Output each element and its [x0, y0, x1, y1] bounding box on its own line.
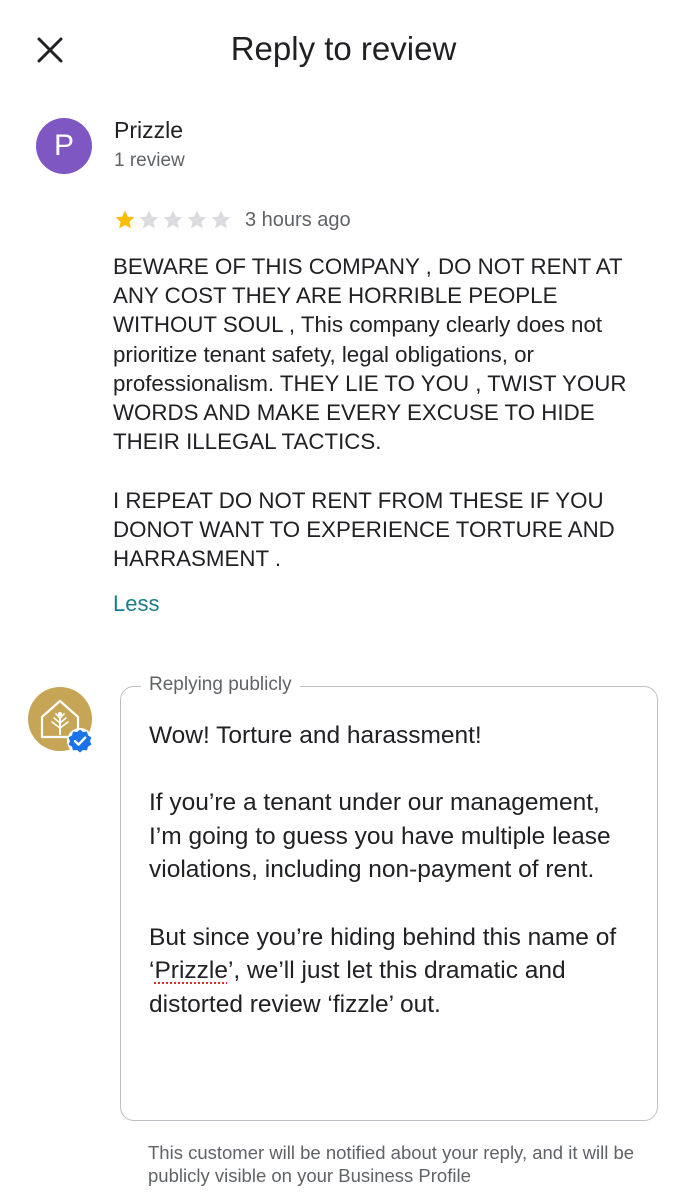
reply-notice: This customer will be notified about you…: [148, 1142, 635, 1186]
reply-textarea[interactable]: Replying publicly Wow! Torture and haras…: [120, 673, 658, 1121]
reply-paragraph-1: Wow! Torture and harassment!: [149, 722, 482, 749]
reviewer-name: Prizzle: [114, 117, 184, 143]
reply-text[interactable]: Wow! Torture and harassment! If you’re a…: [149, 719, 639, 1021]
review-paragraph-1: BEWARE OF THIS COMPANY , DO NOT RENT AT …: [113, 254, 627, 455]
star-rating: [113, 208, 233, 232]
verified-badge-icon: [67, 728, 93, 754]
review-paragraph-2: I REPEAT DO NOT RENT FROM THESE IF YOU D…: [113, 487, 615, 572]
reviewer-info: P Prizzle 1 review: [36, 117, 185, 174]
reviewer-review-count: 1 review: [114, 150, 185, 171]
star-empty-icon: [187, 210, 207, 229]
header-bar: Reply to review: [0, 0, 687, 98]
spellcheck-flagged-word[interactable]: Prizzle: [154, 957, 228, 984]
less-link[interactable]: Less: [113, 590, 159, 618]
page-title: Reply to review: [230, 30, 457, 67]
review-time: 3 hours ago: [245, 209, 351, 231]
reply-field-label: Replying publicly: [141, 673, 300, 697]
reply-paragraph-3: But since you’re hiding behind this name…: [149, 921, 639, 1022]
reply-paragraph-2: If you’re a tenant under our management,…: [149, 789, 611, 884]
star-filled-icon: [115, 210, 135, 229]
rating-row: 3 hours ago: [113, 208, 351, 232]
star-empty-icon: [139, 210, 159, 229]
star-empty-icon: [211, 210, 231, 229]
verified-badge: [66, 727, 94, 755]
review-text: BEWARE OF THIS COMPANY , DO NOT RENT AT …: [113, 252, 658, 573]
reviewer-avatar: P: [36, 118, 92, 174]
star-empty-icon: [163, 210, 183, 229]
